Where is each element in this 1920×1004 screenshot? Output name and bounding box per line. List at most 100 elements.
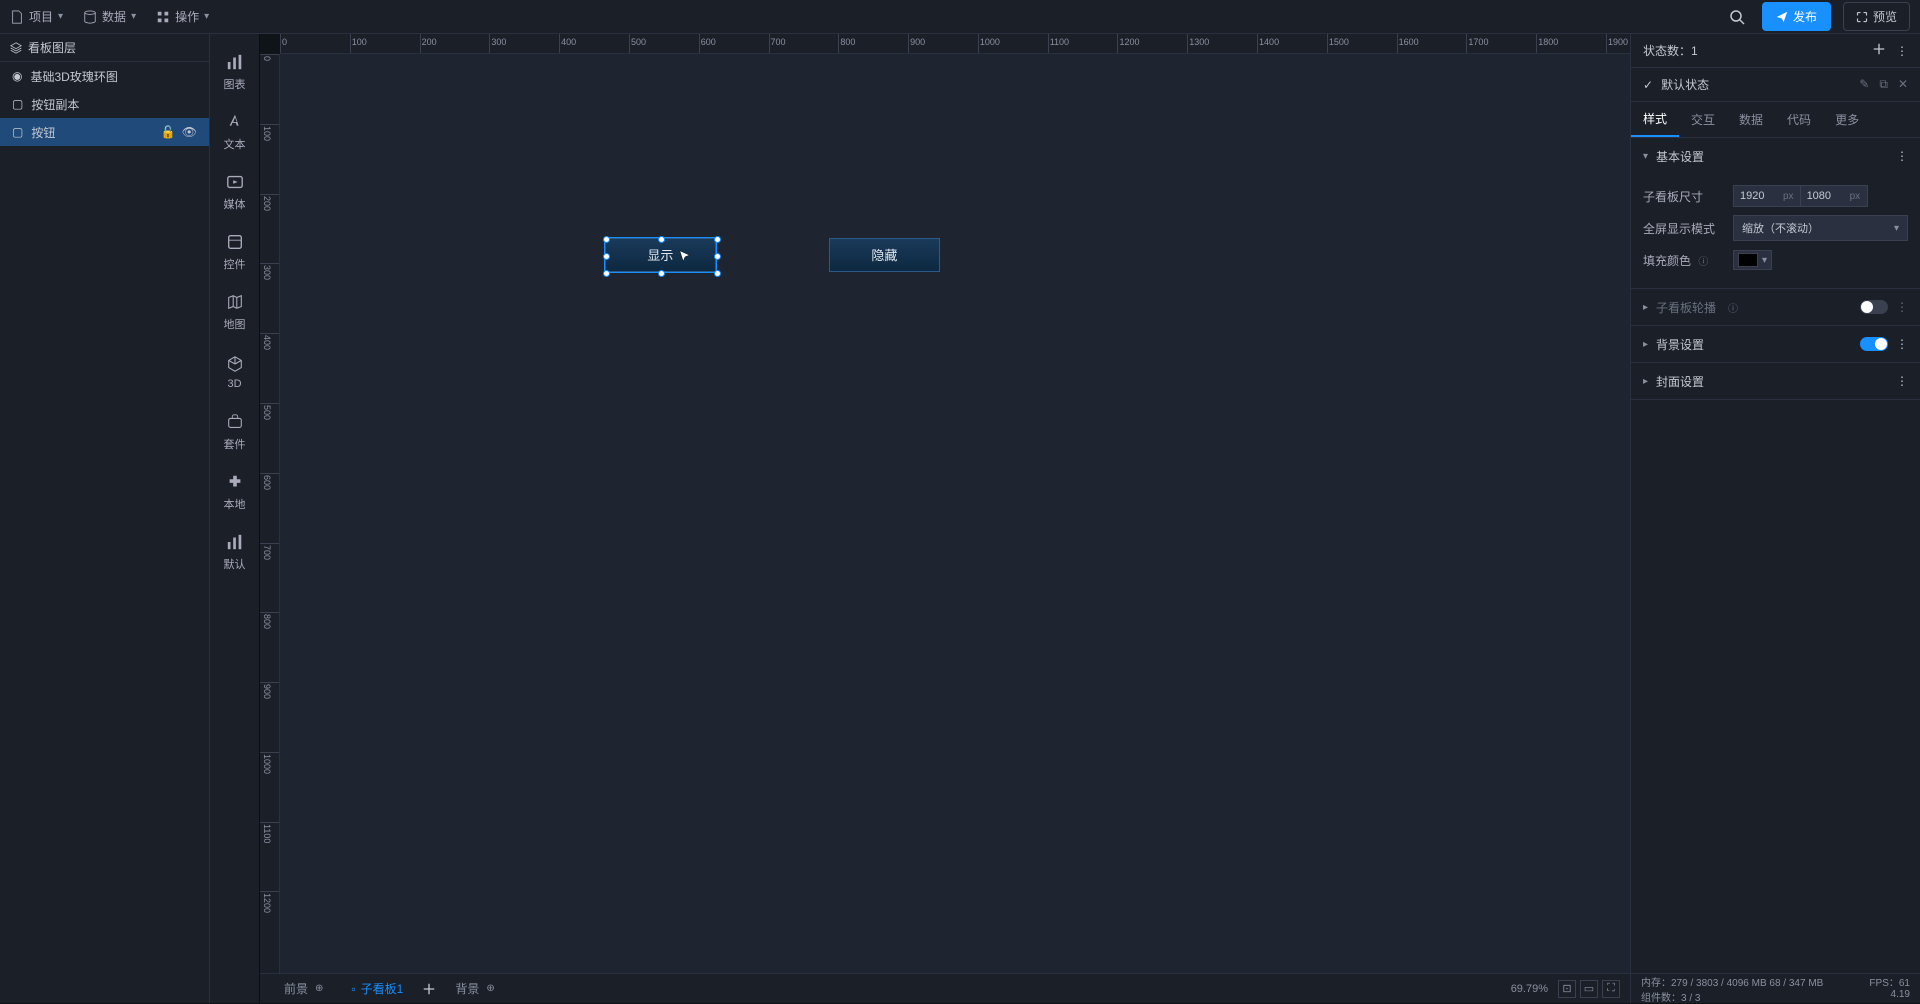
scene-tab-foreground[interactable]: 前景 ⊕ bbox=[270, 974, 337, 1003]
tool-map[interactable]: 地图 bbox=[210, 282, 259, 342]
ruler-tick: 1800 bbox=[1536, 34, 1537, 53]
fps-status: FPS：61 bbox=[1869, 974, 1910, 989]
ruler-tick: 900 bbox=[908, 34, 909, 53]
section-header-basic[interactable]: ▾ 基本设置 ⋮ bbox=[1631, 138, 1920, 174]
tool-widget[interactable]: 控件 bbox=[210, 222, 259, 282]
tool-default[interactable]: 默认 bbox=[210, 522, 259, 582]
plus-icon bbox=[1872, 42, 1886, 56]
edit-icon[interactable]: ✎ bbox=[1859, 77, 1869, 92]
layer-list: ◉ 基础3D玫瑰环图 ▢ 按钮副本 ▢ 按钮 🔓 👁 bbox=[0, 62, 209, 1003]
menu-data[interactable]: 数据 ▾ bbox=[83, 8, 136, 25]
tab-code[interactable]: 代码 bbox=[1775, 102, 1823, 137]
preview-button[interactable]: 预览 bbox=[1843, 2, 1910, 31]
more-icon[interactable]: ⋮ bbox=[1896, 374, 1908, 388]
zoom-actual-button[interactable]: ▭ bbox=[1580, 980, 1598, 998]
selection-handle[interactable] bbox=[714, 236, 721, 243]
selection-handle[interactable] bbox=[714, 253, 721, 260]
property-panel: 状态数： 1 ⋮ ✓ 默认状态 ✎ ⧉ ✕ 样式 交互 数据 代码 更多 bbox=[1630, 34, 1920, 1003]
tool-kit[interactable]: 套件 bbox=[210, 402, 259, 462]
zoom-fullscreen-button[interactable]: ⛶ bbox=[1602, 980, 1620, 998]
scene-tab-background[interactable]: 背景 ⊕ bbox=[441, 974, 508, 1003]
more-icon[interactable]: ⋮ bbox=[1896, 300, 1908, 314]
more-icon[interactable]: ⋮ bbox=[1896, 337, 1908, 351]
section-title: 子看板轮播 bbox=[1656, 299, 1716, 316]
add-icon[interactable]: ⊕ bbox=[315, 983, 323, 994]
tab-interaction[interactable]: 交互 bbox=[1679, 102, 1727, 137]
state-more-button[interactable]: ⋮ bbox=[1896, 44, 1908, 58]
section-header-carousel[interactable]: ▸ 子看板轮播 ⓘ ⋮ bbox=[1631, 289, 1920, 325]
tool-local[interactable]: 本地 bbox=[210, 462, 259, 522]
selection-handle[interactable] bbox=[603, 270, 610, 277]
ruler-tick: 500 bbox=[629, 34, 630, 53]
height-input[interactable] bbox=[1800, 185, 1868, 207]
layer-item[interactable]: ▢ 按钮副本 bbox=[0, 90, 209, 118]
section-header-cover[interactable]: ▸ 封面设置 ⋮ bbox=[1631, 363, 1920, 399]
layer-item-label: 按钮副本 bbox=[31, 96, 79, 113]
tool-label: 默认 bbox=[224, 556, 246, 572]
section-header-background[interactable]: ▸ 背景设置 ⋮ bbox=[1631, 326, 1920, 362]
selection-handle[interactable] bbox=[603, 253, 610, 260]
selection-handle[interactable] bbox=[658, 236, 665, 243]
ruler-tick: 100 bbox=[260, 124, 279, 125]
toggle-carousel[interactable] bbox=[1860, 300, 1888, 314]
section-cover: ▸ 封面设置 ⋮ bbox=[1631, 363, 1920, 400]
tool-chart[interactable]: 图表 bbox=[210, 42, 259, 102]
kit-icon bbox=[225, 412, 245, 432]
section-basic-settings: ▾ 基本设置 ⋮ 子看板尺寸 px px 全屏显示模式 缩放（不滚动） bbox=[1631, 138, 1920, 289]
default-state-row[interactable]: ✓ 默认状态 ✎ ⧉ ✕ bbox=[1631, 68, 1920, 102]
eye-icon[interactable]: 👁 bbox=[182, 125, 197, 139]
add-icon[interactable]: ⊕ bbox=[486, 983, 494, 994]
tool-media[interactable]: 媒体 bbox=[210, 162, 259, 222]
chevron-down-icon: ▾ bbox=[58, 11, 63, 22]
menu-project[interactable]: 项目 ▾ bbox=[10, 8, 63, 25]
tool-label: 媒体 bbox=[224, 196, 246, 212]
ruler-tick: 1200 bbox=[260, 891, 279, 892]
width-input[interactable] bbox=[1733, 185, 1801, 207]
menu-operations[interactable]: 操作 ▾ bbox=[156, 8, 209, 25]
copy-icon[interactable]: ⧉ bbox=[1879, 77, 1888, 92]
publish-button[interactable]: 发布 bbox=[1762, 2, 1831, 31]
unlock-icon[interactable]: 🔓 bbox=[161, 125, 176, 139]
status-bar: 内存：279 / 3803 / 4096 MB 68 / 347 MB FPS：… bbox=[1631, 973, 1920, 1003]
square-icon: ▢ bbox=[12, 97, 23, 111]
selection-handle[interactable] bbox=[658, 270, 665, 277]
scene-tab-subboard[interactable]: ▫ 子看板1 bbox=[337, 974, 417, 1003]
ruler-tick: 1100 bbox=[260, 822, 279, 823]
canvas-button-hide[interactable]: 隐藏 bbox=[829, 238, 941, 271]
search-button[interactable] bbox=[1724, 4, 1750, 30]
square-icon: ▢ bbox=[12, 125, 23, 139]
selection-handle[interactable] bbox=[714, 270, 721, 277]
close-icon[interactable]: ✕ bbox=[1898, 77, 1908, 92]
ruler-tick: 1700 bbox=[1466, 34, 1467, 53]
tab-data[interactable]: 数据 bbox=[1727, 102, 1775, 137]
fullscreen-select[interactable]: 缩放（不滚动） ▾ bbox=[1733, 215, 1908, 241]
canvas-button-show[interactable]: 显示 bbox=[605, 238, 717, 271]
tool-text[interactable]: 文本 bbox=[210, 102, 259, 162]
ruler-vertical: 0100200300400500600700800900100011001200 bbox=[260, 54, 280, 973]
tab-more[interactable]: 更多 bbox=[1823, 102, 1871, 137]
fullscreen-label: 全屏显示模式 bbox=[1643, 220, 1733, 237]
chevron-right-icon: ▸ bbox=[1643, 302, 1648, 313]
layer-item[interactable]: ◉ 基础3D玫瑰环图 bbox=[0, 62, 209, 90]
send-icon bbox=[1776, 11, 1788, 23]
more-icon[interactable]: ⋮ bbox=[1896, 149, 1908, 163]
scene-label: 背景 bbox=[455, 980, 479, 997]
toggle-background[interactable] bbox=[1860, 337, 1888, 351]
zoom-fit-button[interactable]: ⊡ bbox=[1558, 980, 1576, 998]
search-icon bbox=[1729, 9, 1745, 25]
ruler-tick: 300 bbox=[260, 263, 279, 264]
fillcolor-label: 填充颜色 ⓘ bbox=[1643, 252, 1733, 269]
selection-handle[interactable] bbox=[603, 236, 610, 243]
ruler-tick: 700 bbox=[769, 34, 770, 53]
chart-icon bbox=[225, 52, 245, 72]
tool-3d[interactable]: 3D bbox=[210, 342, 259, 402]
add-scene-button[interactable] bbox=[417, 982, 441, 996]
canvas-viewport[interactable]: 显示 隐藏 bbox=[280, 54, 1630, 973]
section-carousel: ▸ 子看板轮播 ⓘ ⋮ bbox=[1631, 289, 1920, 326]
tab-style[interactable]: 样式 bbox=[1631, 102, 1679, 137]
add-state-button[interactable] bbox=[1872, 42, 1888, 59]
color-picker[interactable]: ▾ bbox=[1733, 250, 1772, 270]
layer-item-selected[interactable]: ▢ 按钮 🔓 👁 bbox=[0, 118, 209, 146]
ruler-tick: 300 bbox=[489, 34, 490, 53]
ruler-tick: 0 bbox=[260, 54, 279, 55]
